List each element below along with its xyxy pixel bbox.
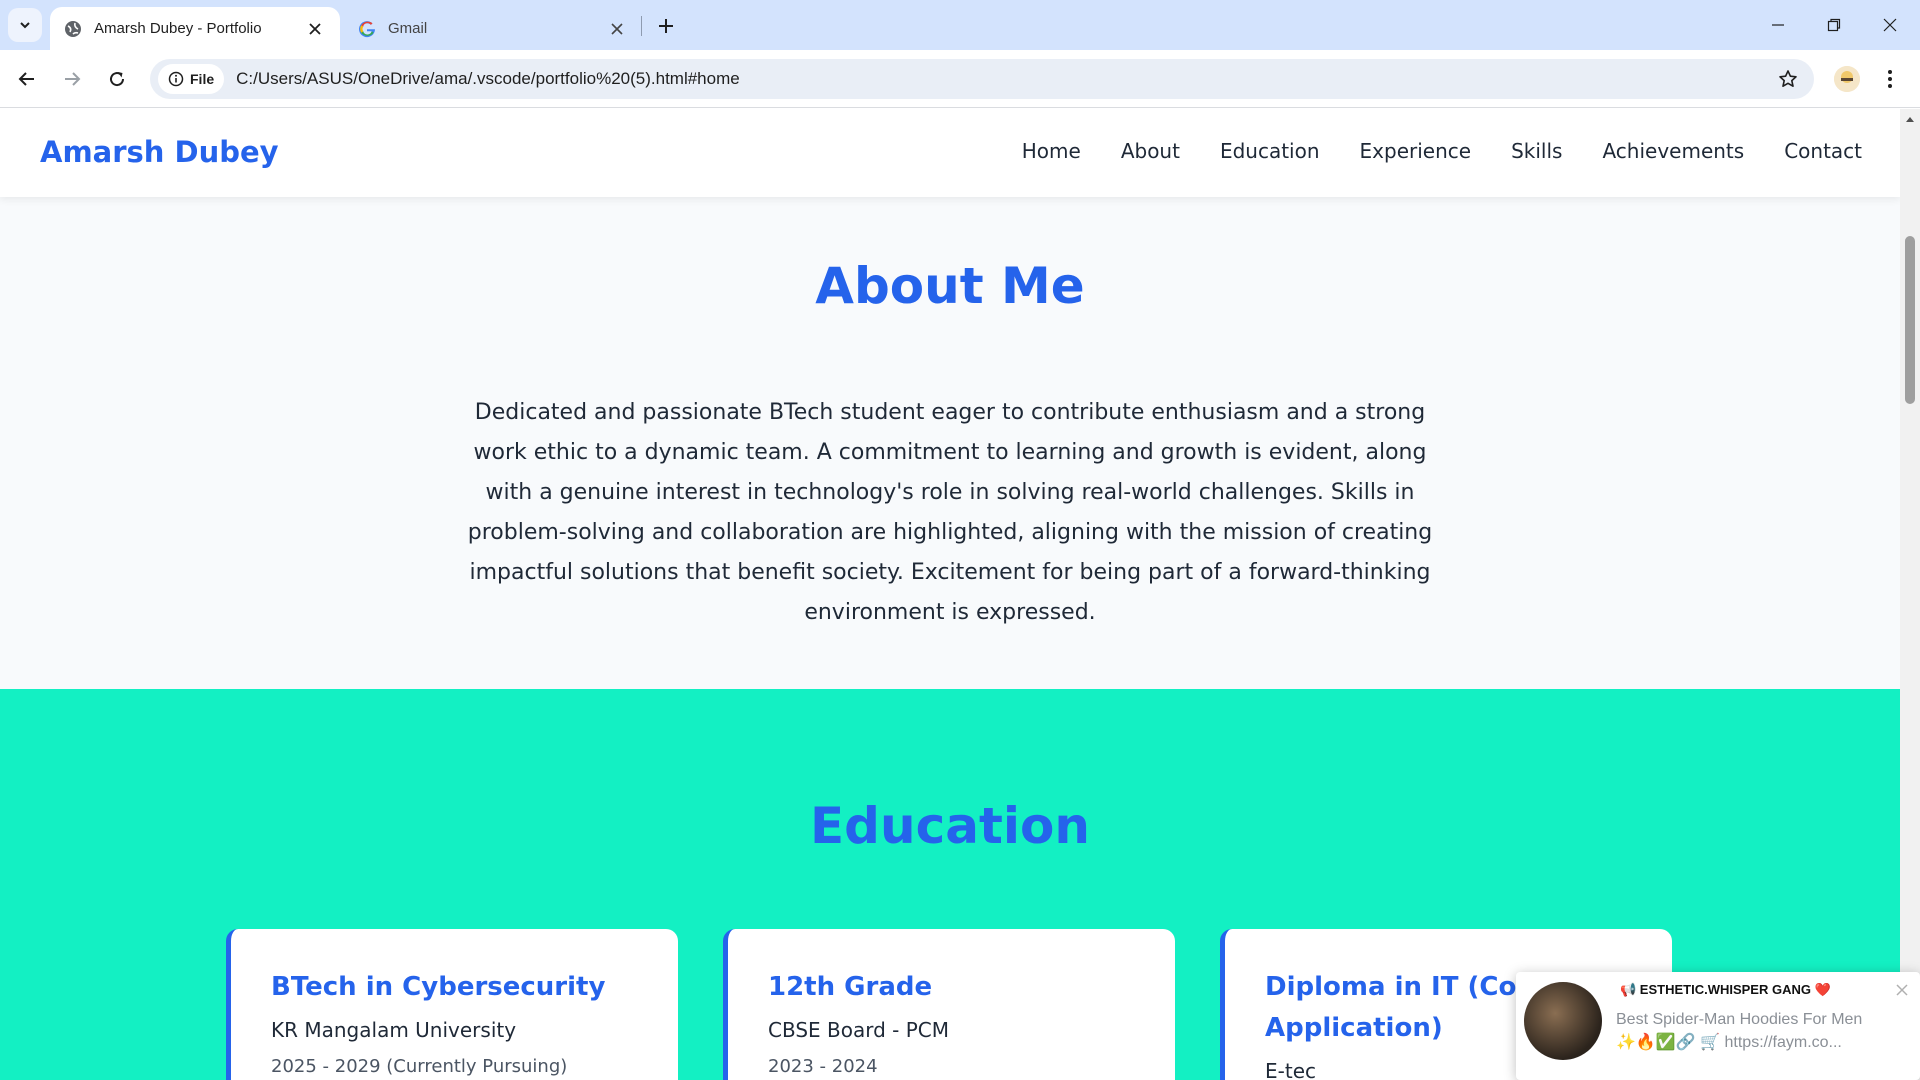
- notification-toast[interactable]: 📢 ESTHETIC.WHISPER GANG ❤️ Best Spider-M…: [1516, 972, 1920, 1080]
- education-period: 2023 - 2024: [768, 1056, 878, 1077]
- notification-title: 📢 ESTHETIC.WHISPER GANG ❤️: [1620, 982, 1831, 997]
- tab-separator: [641, 16, 642, 36]
- notification-avatar: [1524, 982, 1602, 1060]
- site-info-label: File: [190, 71, 215, 87]
- restore-icon: [1827, 18, 1841, 32]
- education-institution: KR Mangalam University: [271, 1018, 517, 1042]
- star-icon: [1779, 70, 1797, 87]
- education-degree: BTech in Cybersecurity: [271, 972, 606, 1002]
- tab-title: Amarsh Dubey - Portfolio: [94, 20, 262, 37]
- notification-body: Best Spider-Man Hoodies For Men ✨🔥✅🔗 🛒 h…: [1616, 1011, 1863, 1051]
- close-notification-icon[interactable]: [1894, 982, 1910, 998]
- nav-link-experience[interactable]: Experience: [1360, 139, 1472, 163]
- nav-link-about[interactable]: About: [1121, 139, 1180, 163]
- education-card: 12th Grade CBSE Board - PCM 2023 - 2024: [723, 929, 1175, 1080]
- about-title: About Me: [815, 257, 1085, 315]
- education-institution: CBSE Board - PCM: [768, 1018, 950, 1042]
- tab-portfolio[interactable]: Amarsh Dubey - Portfolio: [50, 7, 340, 50]
- browser-menu-button[interactable]: [1876, 65, 1904, 93]
- minimize-button[interactable]: [1750, 0, 1806, 50]
- scrollbar-thumb[interactable]: [1905, 236, 1915, 404]
- profile-avatar[interactable]: [1834, 66, 1860, 92]
- nav-link-home[interactable]: Home: [1022, 139, 1081, 163]
- education-period: 2025 - 2029 (Currently Pursuing): [271, 1056, 568, 1077]
- tab-search-button[interactable]: [8, 8, 42, 42]
- site-nav: Home About Education Experience Skills A…: [1022, 139, 1862, 163]
- nav-link-education[interactable]: Education: [1220, 139, 1320, 163]
- page-scrollbar[interactable]: [1900, 109, 1920, 1080]
- nav-link-achievements[interactable]: Achievements: [1602, 139, 1744, 163]
- back-button[interactable]: [9, 61, 45, 97]
- nav-link-skills[interactable]: Skills: [1511, 139, 1562, 163]
- reload-button[interactable]: [99, 61, 135, 97]
- forward-button[interactable]: [54, 61, 90, 97]
- site-header: Amarsh Dubey Home About Education Experi…: [0, 109, 1900, 197]
- google-icon: [358, 20, 376, 38]
- globe-icon: [64, 20, 82, 38]
- tab-gmail[interactable]: Gmail: [352, 7, 634, 50]
- minimize-icon: [1772, 24, 1784, 26]
- browser-toolbar: File C:/Users/ASUS/OneDrive/ama/.vscode/…: [0, 50, 1920, 108]
- more-vertical-icon: [1888, 70, 1892, 88]
- close-icon: [1883, 18, 1897, 32]
- bookmark-button[interactable]: [1776, 67, 1800, 91]
- site-info-chip[interactable]: File: [158, 64, 225, 94]
- plus-icon: [659, 19, 673, 33]
- nav-link-contact[interactable]: Contact: [1784, 139, 1862, 163]
- close-window-button[interactable]: [1862, 0, 1918, 50]
- new-tab-button[interactable]: [652, 12, 680, 40]
- chevron-down-icon: [20, 22, 30, 29]
- close-tab-icon[interactable]: [606, 18, 628, 40]
- reload-icon: [110, 72, 125, 87]
- browser-tabstrip: Amarsh Dubey - Portfolio Gmail: [0, 0, 1920, 50]
- tab-title: Gmail: [388, 20, 428, 37]
- info-icon: [168, 71, 184, 87]
- about-section: About Me Dedicated and passionate BTech …: [0, 197, 1900, 689]
- restore-button[interactable]: [1806, 0, 1862, 50]
- page-viewport: Amarsh Dubey Home About Education Experi…: [0, 109, 1900, 1080]
- site-logo[interactable]: Amarsh Dubey: [40, 135, 279, 169]
- education-degree: 12th Grade: [768, 972, 933, 1002]
- education-title: Education: [810, 797, 1090, 855]
- arrow-right-icon: [65, 72, 81, 86]
- address-bar[interactable]: File C:/Users/ASUS/OneDrive/ama/.vscode/…: [150, 59, 1814, 99]
- profile-icon: [1834, 66, 1860, 92]
- education-card: BTech in Cybersecurity KR Mangalam Unive…: [226, 929, 678, 1080]
- arrow-left-icon: [18, 72, 34, 86]
- url-text[interactable]: C:/Users/ASUS/OneDrive/ama/.vscode/portf…: [236, 69, 740, 89]
- about-text: Dedicated and passionate BTech student e…: [467, 400, 1433, 625]
- close-tab-icon[interactable]: [304, 18, 326, 40]
- scroll-up-arrow-icon[interactable]: [1904, 113, 1916, 125]
